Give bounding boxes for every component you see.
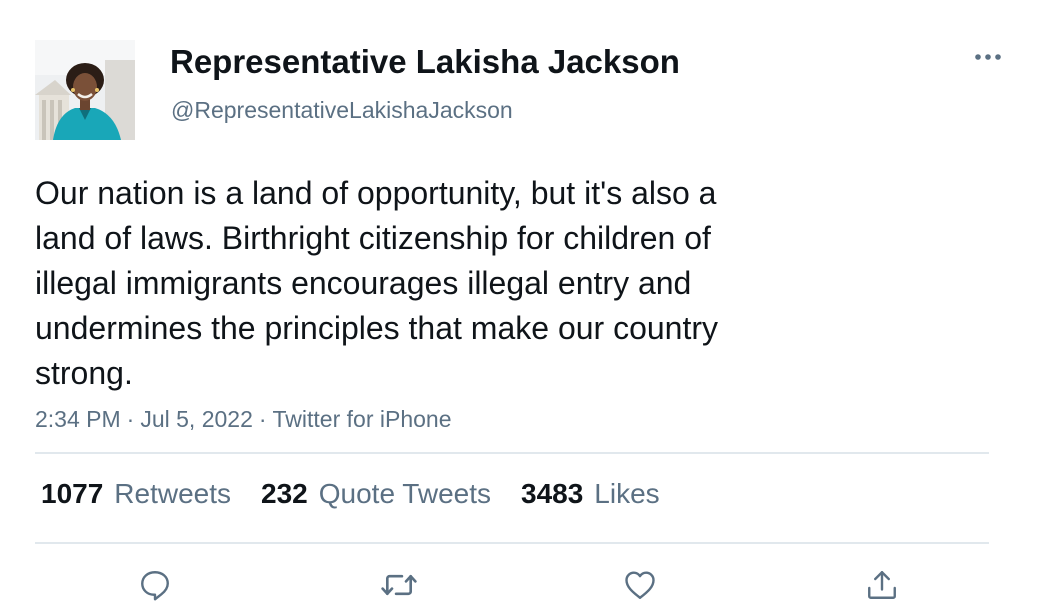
avatar[interactable] <box>35 40 135 140</box>
reply-icon <box>141 571 169 601</box>
tweet-time[interactable]: 2:34 PM <box>35 406 121 432</box>
quote-tweets-label: Quote Tweets <box>318 478 491 509</box>
share-button[interactable] <box>862 565 902 605</box>
more-icon <box>975 54 1001 60</box>
likes-label: Likes <box>594 478 660 509</box>
author-handle[interactable]: @RepresentativeLakishaJackson <box>171 97 513 124</box>
tweet-date[interactable]: Jul 5, 2022 <box>140 406 253 432</box>
tweet-source[interactable]: Twitter for iPhone <box>273 406 452 432</box>
like-icon <box>625 571 655 599</box>
retweet-icon <box>381 574 417 596</box>
quote-tweets-stat[interactable]: 232 Quote Tweets <box>261 478 491 510</box>
meta-separator: · <box>258 406 267 432</box>
retweet-button[interactable] <box>379 565 419 605</box>
quote-tweets-count: 232 <box>261 478 308 509</box>
profile-photo <box>35 40 135 140</box>
tweet-stats: 1077 Retweets 232 Quote Tweets 3483 Like… <box>41 478 660 510</box>
likes-count: 3483 <box>521 478 584 509</box>
tweet-text: Our nation is a land of opportunity, but… <box>35 175 719 391</box>
divider <box>35 542 989 544</box>
meta-separator: · <box>126 406 135 432</box>
retweets-count: 1077 <box>41 478 104 509</box>
tweet-meta: 2:34 PM · Jul 5, 2022 · Twitter for iPhone <box>35 406 452 433</box>
like-button[interactable] <box>620 565 660 605</box>
share-icon <box>868 571 896 599</box>
divider <box>35 452 989 454</box>
retweets-stat[interactable]: 1077 Retweets <box>41 478 231 510</box>
more-options-button[interactable] <box>970 45 1006 69</box>
likes-stat[interactable]: 3483 Likes <box>521 478 660 510</box>
reply-button[interactable] <box>135 565 175 605</box>
retweets-label: Retweets <box>114 478 232 509</box>
author-display-name[interactable]: Representative Lakisha Jackson <box>170 43 680 81</box>
